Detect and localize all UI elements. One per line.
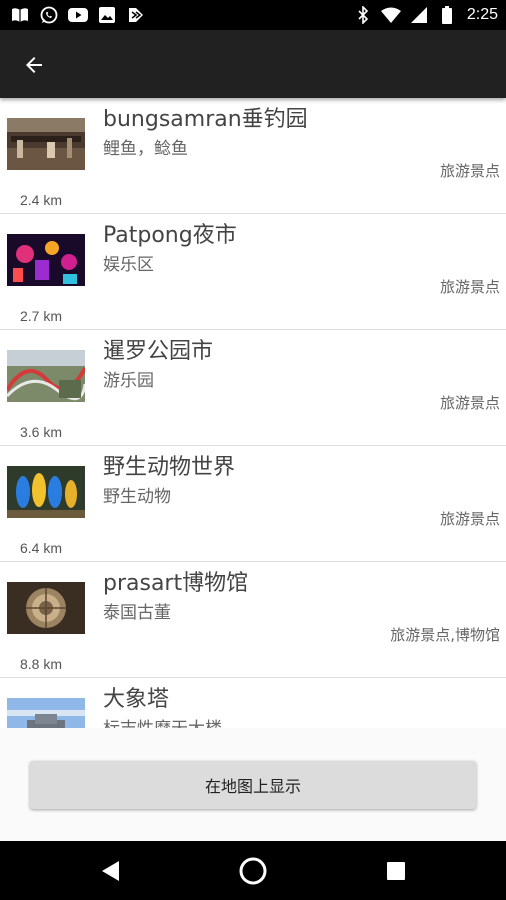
place-title: prasart博物馆 [103, 571, 249, 596]
recents-square-icon [387, 862, 405, 880]
wifi-icon [380, 5, 401, 25]
place-title: Patpong夜市 [103, 223, 237, 248]
place-distance: 8.8 km [20, 656, 63, 672]
arrow-back-icon [26, 57, 42, 73]
battery-icon [437, 5, 457, 25]
show-on-map-button[interactable]: 在地图上显示 [30, 761, 476, 809]
place-thumbnail [7, 350, 85, 402]
list-item[interactable]: bungsamran垂钓园 鲤鱼，鲶鱼 旅游景点 2.4 km [0, 98, 506, 214]
footer: 在地图上显示 [0, 728, 506, 841]
list-item[interactable]: Patpong夜市 娱乐区 旅游景点 2.7 km [0, 214, 506, 330]
place-subtitle: 鲤鱼，鲶鱼 [103, 139, 188, 159]
navigation-bar [0, 841, 506, 900]
place-subtitle: 标志性摩天大楼 [103, 714, 222, 728]
list-item[interactable]: 大象塔 标志性摩天大楼 [0, 678, 506, 728]
place-title: 大象塔 [103, 687, 170, 712]
list-item[interactable]: prasart博物馆 泰国古董 旅游景点,博物馆 8.8 km [0, 562, 506, 678]
place-thumbnail [7, 234, 85, 286]
place-category: 旅游景点,博物馆 [390, 626, 500, 644]
clock: 2:25 [466, 6, 498, 23]
notification-book-icon [10, 5, 30, 25]
places-list[interactable]: bungsamran垂钓园 鲤鱼，鲶鱼 旅游景点 2.4 km Patpong夜… [0, 98, 506, 728]
place-distance: 6.4 km [20, 540, 63, 556]
place-thumbnail [7, 582, 85, 634]
place-category: 旅游景点 [439, 162, 500, 180]
place-thumbnail [7, 466, 85, 518]
bluetooth-icon [353, 5, 373, 25]
place-category: 旅游景点 [439, 394, 500, 412]
place-subtitle: 娱乐区 [103, 255, 154, 275]
status-bar: 2:25 [0, 0, 506, 30]
list-item[interactable]: 暹罗公园市 游乐园 旅游景点 3.6 km [0, 330, 506, 446]
place-title: 野生动物世界 [103, 455, 236, 480]
place-thumbnail [7, 118, 85, 170]
place-title: bungsamran垂钓园 [103, 107, 308, 132]
place-category: 旅游景点 [439, 510, 500, 528]
signal-icon [409, 5, 429, 25]
place-category: 旅游景点 [439, 278, 500, 296]
place-title: 暹罗公园市 [103, 339, 214, 364]
place-distance: 2.7 km [20, 308, 63, 324]
nav-home-button[interactable] [237, 855, 269, 887]
place-subtitle: 泰国古董 [103, 603, 171, 623]
place-distance: 3.6 km [20, 424, 63, 440]
back-triangle-icon [102, 861, 119, 881]
whatsapp-icon [39, 5, 59, 25]
nav-back-button[interactable] [95, 855, 127, 887]
list-item[interactable]: 野生动物世界 野生动物 旅游景点 6.4 km [0, 446, 506, 562]
place-distance: 2.4 km [20, 192, 63, 208]
home-circle-icon [239, 857, 267, 885]
back-button[interactable] [18, 50, 50, 80]
place-subtitle: 野生动物 [103, 487, 171, 507]
photos-icon [97, 5, 117, 25]
flag-icon [126, 5, 146, 25]
app-bar [0, 30, 506, 98]
notification-icons [10, 5, 146, 25]
youtube-icon [68, 5, 88, 25]
place-subtitle: 游乐园 [103, 371, 154, 391]
nav-recents-button[interactable] [380, 855, 412, 887]
system-icons: 2:25 [353, 5, 498, 25]
place-thumbnail [7, 698, 85, 728]
